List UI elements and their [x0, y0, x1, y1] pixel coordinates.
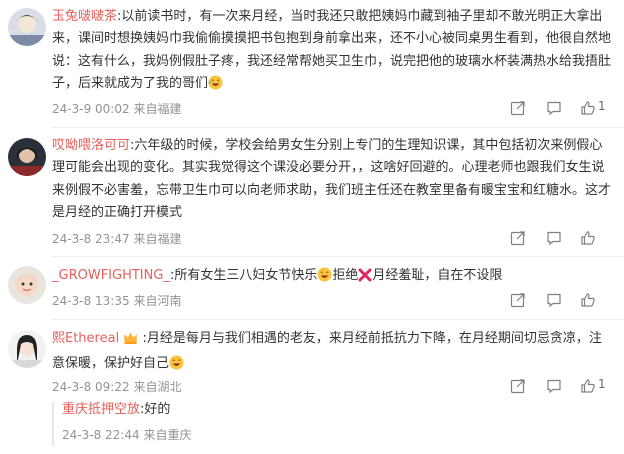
comment-icon[interactable]: [546, 378, 562, 394]
reply-indent-bar: [52, 402, 54, 446]
location: 来自湖北: [133, 380, 182, 394]
comment-text: _GROWFIGHTING_:所有女生三八妇女节快乐 拒绝 月经羞耻，自在不设限: [52, 265, 612, 290]
laughing-emoji-icon: [208, 75, 223, 98]
comment-body: :六年级的时候，学校会给男女生分别上专门的生理知识课，其中包括初次来例假心理可能…: [52, 138, 612, 221]
thumbs-up-icon[interactable]: [580, 100, 596, 116]
location: 来自福建: [133, 232, 182, 246]
comment-actions: [510, 230, 610, 246]
timestamp: 24-3-8 13:35: [52, 294, 130, 308]
laughing-emoji-icon: [317, 267, 332, 290]
comment-icon[interactable]: [546, 230, 562, 246]
comment-icon[interactable]: [546, 100, 562, 116]
comment-meta: 24-3-9 00:02 来自福建: [52, 100, 181, 117]
thumbs-up-icon[interactable]: [580, 230, 596, 246]
comment-body-part: 月经羞耻，自在不设限: [372, 268, 503, 283]
laughing-emoji-icon: [169, 355, 184, 378]
username-link[interactable]: 重庆抵押空放: [62, 402, 140, 417]
share-icon[interactable]: [510, 378, 526, 394]
divider: [52, 256, 624, 257]
share-icon[interactable]: [510, 100, 526, 116]
red-cross-icon: [358, 268, 372, 290]
reply-body: :好的: [140, 402, 171, 417]
timestamp: 24-3-8 09:22: [52, 380, 130, 394]
comment-body: :所有女生三八妇女节快乐: [169, 268, 318, 283]
like-count: 1: [598, 99, 606, 113]
avatar[interactable]: [8, 330, 46, 368]
timestamp: 24-3-8 23:47: [52, 232, 130, 246]
like-count: 1: [598, 377, 606, 391]
comment-meta: 24-3-8 13:35 来自河南: [52, 292, 181, 309]
location: 来自河南: [133, 294, 182, 308]
share-icon[interactable]: [510, 292, 526, 308]
timestamp: 24-3-8 22:44: [62, 428, 140, 442]
comment-meta: 24-3-8 23:47 来自福建: [52, 230, 181, 247]
location: 来自福建: [133, 102, 182, 116]
avatar[interactable]: [8, 266, 46, 304]
reply-meta: 24-3-8 22:44 来自重庆: [62, 426, 191, 443]
username-link[interactable]: _GROWFIGHTING_: [52, 268, 170, 283]
crown-icon[interactable]: [123, 331, 138, 353]
comment-text: 哎呦喂洛可可:六年级的时候，学校会给男女生分别上专门的生理知识课，其中包括初次来…: [52, 135, 612, 225]
comment-body-part: 拒绝: [332, 268, 359, 283]
divider: [52, 319, 624, 320]
thumbs-up-icon[interactable]: [580, 292, 596, 308]
comment-actions: 1: [510, 99, 610, 116]
avatar[interactable]: [8, 138, 46, 176]
comment-icon[interactable]: [546, 292, 562, 308]
username-link[interactable]: 熙Ethereal: [52, 331, 119, 346]
comment-meta: 24-3-8 09:22 来自湖北: [52, 378, 181, 395]
comment-text: 玉兔啵啵茶:以前读书时，有一次来月经，当时我还只敢把姨妈巾藏到袖子里却不敢光明正…: [52, 6, 612, 99]
comment-actions: 1: [510, 377, 610, 394]
reply-item: 重庆抵押空放:好的 24-3-8 22:44 来自重庆: [52, 394, 624, 450]
username-link[interactable]: 玉兔啵啵茶: [52, 9, 117, 24]
comment-body: :以前读书时，有一次来月经，当时我还只敢把姨妈巾藏到袖子里却不敢光明正大拿出来，…: [52, 9, 612, 92]
thumbs-up-icon[interactable]: [580, 378, 596, 394]
divider: [52, 127, 624, 128]
comment-actions: [510, 292, 610, 308]
avatar[interactable]: [8, 8, 46, 46]
username-link[interactable]: 哎呦喂洛可可: [52, 138, 130, 153]
location: 来自重庆: [143, 428, 192, 442]
comment-text: 熙Ethereal :月经是每月与我们相遇的老友，来月经前抵抗力下降，在月经期间…: [52, 328, 612, 379]
share-icon[interactable]: [510, 230, 526, 246]
timestamp: 24-3-9 00:02: [52, 102, 130, 116]
reply-text: 重庆抵押空放:好的: [62, 400, 170, 420]
